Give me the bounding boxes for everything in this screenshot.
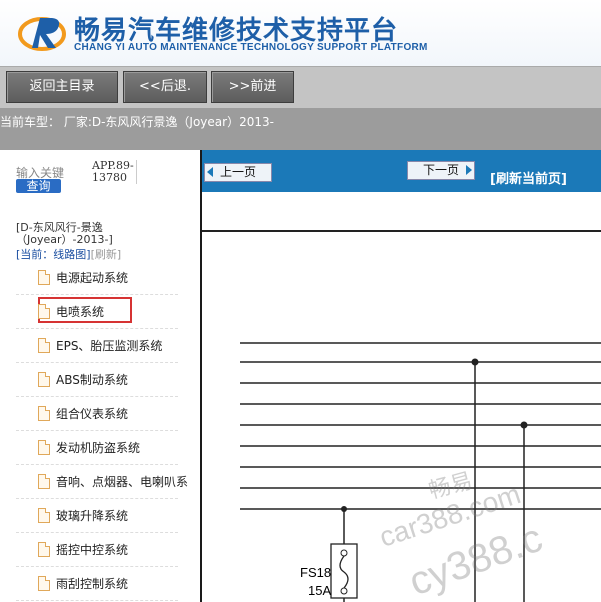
sidebar-item-efi[interactable]: 电喷系统: [16, 295, 178, 329]
sidebar-item-audio-horn[interactable]: 音响、点烟器、电喇叭系: [16, 465, 188, 499]
document-icon: [38, 542, 50, 557]
document-icon: [38, 304, 50, 319]
document-icon: [38, 406, 50, 421]
breadcrumb: [D-东风风行-景逸 （Joyear）-2013-]: [16, 222, 113, 246]
sidebar-item-window-lift[interactable]: 玻璃升降系统: [16, 499, 178, 533]
sidebar-item-instrument[interactable]: 组合仪表系统: [16, 397, 178, 431]
document-icon: [38, 508, 50, 523]
sidebar-item-label: 玻璃升降系统: [56, 509, 129, 523]
back-button[interactable]: <<后退.: [123, 71, 207, 103]
current-car-bar: 当前车型： 厂家:D-东风风行景逸（Joyear）2013-: [0, 108, 601, 150]
diagram-panel: 上一页 下一页 [刷新当前页] FS18 15A 畅易 car388.com c…: [202, 150, 601, 602]
sidebar-item-abs[interactable]: ABS制动系统: [16, 363, 178, 397]
sidebar-item-immobilizer[interactable]: 发动机防盗系统: [16, 431, 178, 465]
document-icon: [38, 576, 50, 591]
sidebar-item-label: 电源起动系统: [56, 271, 129, 285]
bus-lines: [240, 342, 601, 510]
junction-dot: [341, 506, 347, 512]
nav-bar: 返回主目录 <<后退. >>前进: [0, 66, 601, 109]
current-view-label: [当前：线路图]: [16, 248, 91, 261]
header: 畅易汽车维修技术支持平台 CHANG YI AUTO MAINTENANCE T…: [0, 0, 601, 66]
sidebar: 输入关键 查询 APP.89- 13780 [D-东风风行-景逸 （Joyear…: [0, 150, 200, 602]
document-icon: [38, 338, 50, 353]
app-code-line2: 13780: [92, 171, 127, 184]
junction-dot: [471, 358, 479, 366]
forward-button[interactable]: >>前进: [211, 71, 294, 103]
platform-subtitle: CHANG YI AUTO MAINTENANCE TECHNOLOGY SUP…: [74, 42, 428, 53]
sidebar-item-label: ABS制动系统: [56, 373, 128, 387]
app-code: APP.89- 13780: [92, 160, 137, 184]
document-icon: [38, 474, 50, 489]
fuse-icon: [330, 543, 358, 599]
document-icon: [38, 270, 50, 285]
sidebar-item-wiper[interactable]: 雨刮控制系统: [16, 567, 178, 601]
sidebar-item-label: 摇控中控系统: [56, 543, 129, 557]
fuse-rating: 15A: [308, 583, 331, 598]
current-car-text: 当前车型： 厂家:D-东风风行景逸（Joyear）2013-: [0, 115, 274, 129]
sidebar-item-label: EPS、胎压监测系统: [56, 339, 163, 353]
sidebar-item-remote-lock[interactable]: 摇控中控系统: [16, 533, 178, 567]
breadcrumb-line2: （Joyear）-2013-]: [16, 233, 113, 246]
sidebar-item-label: 电喷系统: [56, 305, 105, 319]
sidebar-item-label: 组合仪表系统: [56, 407, 129, 421]
fuse-name: FS18: [300, 565, 331, 580]
search-button[interactable]: 查询: [16, 179, 61, 193]
sidebar-item-label: 雨刮控制系统: [56, 577, 129, 591]
home-button[interactable]: 返回主目录: [6, 71, 118, 103]
sidebar-item-label: 音响、点烟器、电喇叭系: [56, 475, 189, 489]
sidebar-item-power-start[interactable]: 电源起动系统: [16, 261, 178, 295]
document-icon: [38, 372, 50, 387]
logo-icon: [18, 17, 66, 51]
sidebar-refresh-link[interactable]: [刷新]: [91, 248, 122, 261]
current-view: [当前：线路图][刷新]: [16, 246, 121, 262]
junction-dot: [520, 421, 528, 429]
document-icon: [38, 440, 50, 455]
sidebar-item-eps-tpms[interactable]: EPS、胎压监测系统: [16, 329, 178, 363]
sidebar-item-label: 发动机防盗系统: [56, 441, 141, 455]
